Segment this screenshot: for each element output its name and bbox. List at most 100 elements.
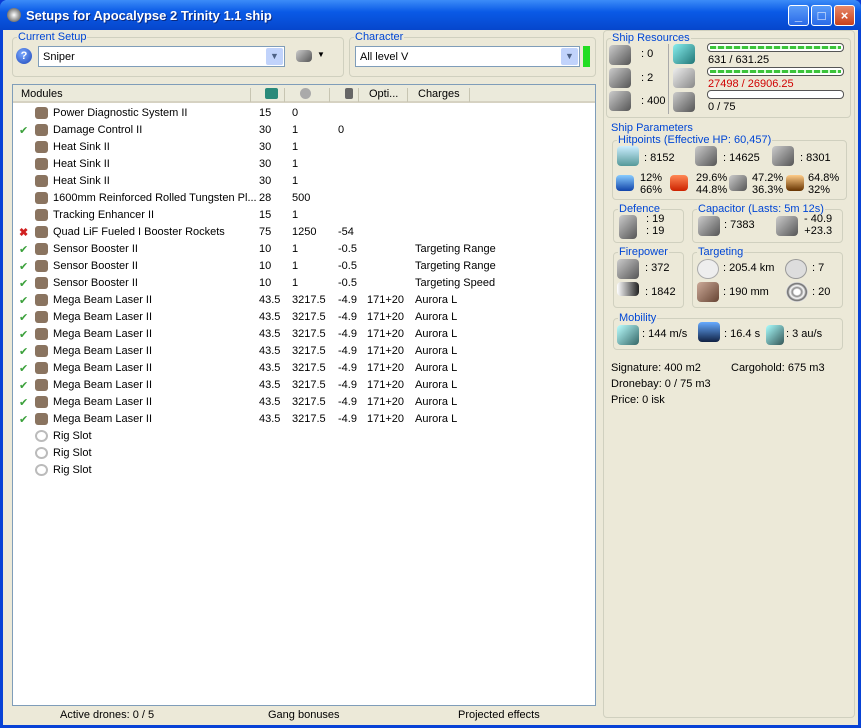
active-check-icon[interactable]: ✔ (19, 396, 28, 409)
character-value: All level V (360, 51, 409, 63)
active-check-icon[interactable]: ✔ (19, 362, 28, 375)
module-row[interactable]: Rig Slot (13, 428, 595, 445)
mobility-label: Mobility (618, 312, 658, 324)
module-row[interactable]: ✔ Sensor Booster II 10 1 -0.5 Targeting Speed (13, 275, 595, 292)
module-row[interactable]: Power Diagnostic System II 15 0 (13, 105, 595, 122)
module-name: Rig Slot (53, 447, 92, 459)
active-check-icon[interactable]: ✔ (19, 345, 28, 358)
maximize-button[interactable]: □ (811, 5, 832, 26)
warp-speed: : 3 au/s (786, 328, 823, 340)
module-name: Sensor Booster II (53, 277, 138, 289)
chevron-down-icon[interactable]: ▼ (561, 48, 578, 65)
chevron-down-icon[interactable]: ▼ (266, 48, 283, 65)
module-icon (35, 226, 48, 238)
module-row[interactable]: ✔ Mega Beam Laser II 43.5 3217.5 -4.9 171+20 A… (13, 326, 595, 343)
module-c1: 10 (259, 277, 272, 289)
module-icon (35, 260, 48, 272)
help-icon[interactable]: ? (16, 48, 32, 64)
module-c1: 43.5 (259, 362, 281, 374)
active-check-icon[interactable]: ✔ (19, 328, 28, 341)
module-row[interactable]: Heat Sink II 30 1 (13, 173, 595, 190)
active-check-icon[interactable]: ✔ (19, 311, 28, 324)
structure-icon (772, 146, 794, 166)
gang-bonuses-status[interactable]: Gang bonuses (268, 709, 340, 721)
module-charge: Aurora L (415, 379, 458, 391)
module-row[interactable]: ✔ Mega Beam Laser II 43.5 3217.5 -4.9 171+20 A… (13, 377, 595, 394)
active-check-icon[interactable]: ✔ (19, 294, 28, 307)
powergrid-column-icon[interactable] (300, 88, 311, 99)
setup-select[interactable]: Sniper ▼ (38, 46, 285, 67)
character-select[interactable]: All level V ▼ (355, 46, 580, 67)
active-drones-status[interactable]: Active drones: 0 / 5 (60, 709, 154, 721)
module-row[interactable]: Tracking Enhancer II 15 1 (13, 207, 595, 224)
column-modules[interactable]: Modules (21, 88, 63, 100)
module-name: Mega Beam Laser II (53, 379, 153, 391)
module-c3: -4.9 (338, 311, 357, 323)
max-targets-icon (785, 259, 807, 279)
module-c1: 30 (259, 158, 272, 170)
active-check-icon[interactable]: ✔ (19, 124, 28, 137)
module-c2: 1 (292, 175, 299, 187)
shield-hp: : 8152 (644, 152, 675, 164)
module-row[interactable]: Rig Slot (13, 445, 595, 462)
module-name: Rig Slot (53, 464, 92, 476)
active-check-icon[interactable]: ✔ (19, 413, 28, 426)
module-row[interactable]: Rig Slot (13, 462, 595, 479)
module-row[interactable]: 1600mm Reinforced Rolled Tungsten Pl... 2… (13, 190, 595, 207)
ship-menu-button[interactable]: ▼ (296, 49, 326, 65)
module-c3: -4.9 (338, 362, 357, 374)
module-c3: -4.9 (338, 413, 357, 425)
module-c1: 30 (259, 175, 272, 187)
column-charges[interactable]: Charges (418, 88, 460, 100)
module-row[interactable]: ✔ Sensor Booster II 10 1 -0.5 Targeting Range (13, 241, 595, 258)
speed-icon (617, 325, 639, 345)
kinetic-resist-icon (729, 175, 747, 191)
capacitor-column-icon[interactable] (345, 88, 353, 99)
column-optimal[interactable]: Opti... (369, 88, 398, 100)
minimize-button[interactable]: _ (788, 5, 809, 26)
active-check-icon[interactable]: ✔ (19, 260, 28, 273)
module-c2: 3217.5 (292, 311, 326, 323)
module-c2: 3217.5 (292, 396, 326, 408)
divider (668, 44, 669, 114)
module-icon (35, 379, 48, 391)
module-c3: 0 (338, 124, 345, 136)
active-check-icon[interactable]: ✔ (19, 379, 28, 392)
module-icon (35, 175, 48, 187)
firepower-label: Firepower (618, 246, 669, 258)
module-icon (35, 277, 48, 289)
module-row[interactable]: Heat Sink II 30 1 (13, 139, 595, 156)
offline-x-icon[interactable]: ✖ (19, 226, 28, 239)
column-divider (284, 88, 285, 102)
module-row[interactable]: ✔ Mega Beam Laser II 43.5 3217.5 -4.9 171+20 A… (13, 360, 595, 377)
module-row[interactable]: ✔ Mega Beam Laser II 43.5 3217.5 -4.9 171+20 A… (13, 343, 595, 360)
module-row[interactable]: ✔ Mega Beam Laser II 43.5 3217.5 -4.9 171+20 A… (13, 309, 595, 326)
close-button[interactable]: × (834, 5, 855, 26)
module-name: Mega Beam Laser II (53, 396, 153, 408)
module-c1: 43.5 (259, 396, 281, 408)
module-row[interactable]: ✖ Quad LiF Fueled I Booster Rockets 75 1250… (13, 224, 595, 241)
module-row[interactable]: ✔ Sensor Booster II 10 1 -0.5 Targeting Range (13, 258, 595, 275)
projected-effects-status[interactable]: Projected effects (458, 709, 540, 721)
active-check-icon[interactable]: ✔ (19, 243, 28, 256)
module-row[interactable]: Heat Sink II 30 1 (13, 156, 595, 173)
module-row[interactable]: ✔ Damage Control II 30 1 0 (13, 122, 595, 139)
defence-values: : 19: 19 (646, 213, 665, 237)
powergrid-value: 27498 / 26906.25 (708, 78, 794, 90)
module-row[interactable]: ✔ Mega Beam Laser II 43.5 3217.5 -4.9 171+20 A… (13, 394, 595, 411)
current-setup-label: Current Setup (17, 31, 88, 43)
module-row[interactable]: ✔ Mega Beam Laser II 43.5 3217.5 -4.9 171+20 A… (13, 411, 595, 428)
cpu-column-icon[interactable] (265, 88, 278, 99)
module-opti: 171+20 (367, 328, 405, 340)
modules-list[interactable]: Modules Opti... Charges Power Diagnostic… (12, 84, 596, 706)
capacitor-icon (698, 216, 720, 236)
active-check-icon[interactable]: ✔ (19, 277, 28, 290)
module-charge: Aurora L (415, 362, 458, 374)
sensor-strength-icon (786, 282, 808, 302)
module-opti: 171+20 (367, 362, 405, 374)
module-row[interactable]: ✔ Mega Beam Laser II 43.5 3217.5 -4.9 171+20 A… (13, 292, 595, 309)
module-icon (35, 141, 48, 153)
armor-icon (695, 146, 717, 166)
module-name: Mega Beam Laser II (53, 294, 153, 306)
module-icon (35, 362, 48, 374)
